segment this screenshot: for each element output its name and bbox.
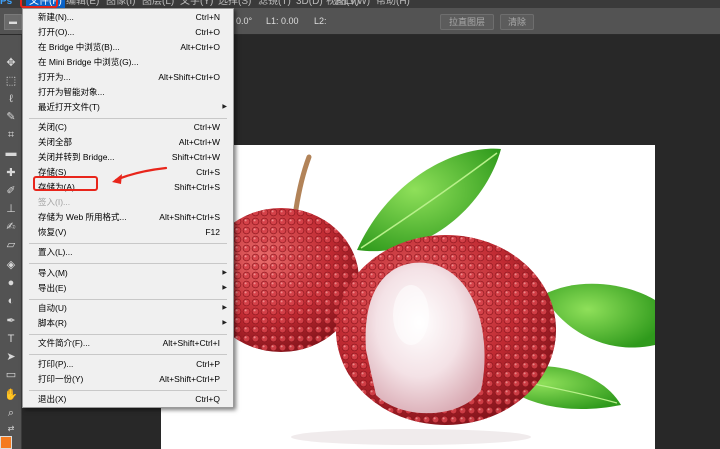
menu-separator xyxy=(29,243,227,244)
path-select-icon[interactable]: ➤ xyxy=(3,349,19,365)
lychee-image xyxy=(161,148,655,445)
menu-item-close-all[interactable]: 关闭全部 Alt+Ctrl+W xyxy=(24,135,232,150)
file-menu-highlight xyxy=(20,0,58,8)
submenu-arrow-icon: ▶ xyxy=(222,285,227,291)
menu-separator xyxy=(29,390,227,391)
submenu-arrow-icon: ▶ xyxy=(222,270,227,276)
straighten-layer-button[interactable]: 拉直图层 xyxy=(440,14,494,30)
menu-item-exit[interactable]: 退出(X) Ctrl+Q xyxy=(24,392,232,407)
shape-tool-icon[interactable]: ▭ xyxy=(3,367,19,383)
menu-item-import[interactable]: 导入(M) ▶ xyxy=(24,266,232,281)
tools-panel: ✥ ⬚ ℓ ✎ ⌗ ▬ ✚ ✐ ⊥ ✍ ▱ ◈ ● ◐ ✒ T ➤ ▭ ✋ ⌕ … xyxy=(0,35,22,449)
foreground-color-swatch[interactable] xyxy=(0,436,12,449)
menu-separator xyxy=(29,299,227,300)
ruler-tool-icon[interactable]: ▬ xyxy=(3,145,19,161)
clear-button[interactable]: 清除 xyxy=(500,14,534,30)
menu-item-file-info[interactable]: 文件简介(F)... Alt+Shift+Ctrl+I xyxy=(24,336,232,351)
document-canvas[interactable] xyxy=(161,145,655,449)
paint-bucket-icon[interactable]: ◈ xyxy=(3,257,19,273)
menu-item-open-as[interactable]: 打开为... Alt+Shift+Ctrl+O xyxy=(24,70,232,85)
menu-item-new[interactable]: 新建(N)... Ctrl+N xyxy=(24,10,232,25)
menu-edit[interactable]: 编辑(E) xyxy=(66,0,99,8)
eraser-tool-icon[interactable]: ▱ xyxy=(3,237,19,253)
save-as-highlight-box xyxy=(33,176,98,191)
menu-separator xyxy=(29,334,227,335)
move-tool-icon[interactable]: ✥ xyxy=(3,55,19,71)
history-brush-icon[interactable]: ✍ xyxy=(3,219,19,235)
healing-brush-icon[interactable]: ✚ xyxy=(3,165,19,181)
crop-tool-icon[interactable]: ⌗ xyxy=(3,127,19,143)
quick-select-tool-icon[interactable]: ✎ xyxy=(3,109,19,125)
menu-item-save-for-web[interactable]: 存储为 Web 所用格式... Alt+Shift+Ctrl+S xyxy=(24,210,232,225)
menu-separator xyxy=(29,118,227,119)
menu-item-check-in: 签入(I)... xyxy=(38,197,71,207)
red-annotation-arrow-icon xyxy=(112,166,168,184)
file-menu-dropdown: 新建(N)... Ctrl+N 打开(O)... Ctrl+O 在 Bridge 中… xyxy=(22,8,234,408)
menu-item-close[interactable]: 关闭(C) Ctrl+W xyxy=(24,120,232,135)
menu-item-open[interactable]: 打开(O)... Ctrl+O xyxy=(24,25,232,40)
menu-help[interactable]: 帮助(H) xyxy=(376,0,410,8)
photoshop-window: Ps 文件(F) 编辑(E) 图像(I) 图层(L) 文字(Y) 选择(S) 滤… xyxy=(0,0,720,449)
type-tool-icon[interactable]: T xyxy=(3,331,19,347)
l2-readout: L2: xyxy=(314,16,327,26)
menu-bar: Ps 文件(F) 编辑(E) 图像(I) 图层(L) 文字(Y) 选择(S) 滤… xyxy=(0,0,720,8)
clone-stamp-icon[interactable]: ⊥ xyxy=(3,201,19,217)
menu-item-print-one-copy[interactable]: 打印一份(Y) Alt+Shift+Ctrl+P xyxy=(24,372,232,387)
marquee-tool-icon[interactable]: ⬚ xyxy=(3,73,19,89)
submenu-arrow-icon: ▶ xyxy=(222,104,227,110)
angle-readout: 0.0° xyxy=(236,16,253,26)
menu-image[interactable]: 图像(I) xyxy=(106,0,135,8)
l1-readout: L1: 0.00 xyxy=(266,16,299,26)
ruler-tool-preset[interactable]: ▬ xyxy=(4,14,22,30)
blur-tool-icon[interactable]: ● xyxy=(3,275,19,291)
menu-select[interactable]: 选择(S) xyxy=(218,0,251,8)
menu-item-print[interactable]: 打印(P)... Ctrl+P xyxy=(24,357,232,372)
swap-colors-icon[interactable]: ⇄ xyxy=(3,421,19,437)
menu-item-browse-bridge[interactable]: 在 Bridge 中浏览(B)... Alt+Ctrl+O xyxy=(24,40,232,55)
pen-tool-icon[interactable]: ✒ xyxy=(3,313,19,329)
menu-3d[interactable]: 3D(D) xyxy=(296,0,323,8)
menu-item-open-smart-object[interactable]: 打开为智能对象... xyxy=(24,85,232,100)
menu-item-automate[interactable]: 自动(U) ▶ xyxy=(24,301,232,316)
submenu-arrow-icon: ▶ xyxy=(222,305,227,311)
brush-tool-icon[interactable]: ✐ xyxy=(3,183,19,199)
menu-item-export[interactable]: 导出(E) ▶ xyxy=(24,281,232,296)
menu-layer[interactable]: 图层(L) xyxy=(142,0,174,8)
menu-item-scripts[interactable]: 脚本(R) ▶ xyxy=(24,316,232,331)
photoshop-logo: Ps xyxy=(0,0,13,7)
lasso-tool-icon[interactable]: ℓ xyxy=(3,91,19,107)
menu-separator xyxy=(29,354,227,355)
menu-item-revert[interactable]: 恢复(V) F12 xyxy=(24,225,232,240)
menu-separator xyxy=(29,263,227,264)
menu-item-browse-mini-bridge[interactable]: 在 Mini Bridge 中浏览(G)... xyxy=(24,55,232,70)
menu-window[interactable]: 窗口(W) xyxy=(334,0,370,8)
menu-item-place[interactable]: 置入(L)... xyxy=(24,245,232,260)
menu-type[interactable]: 文字(Y) xyxy=(180,0,213,8)
menu-filter[interactable]: 滤镜(T) xyxy=(258,0,291,8)
menu-item-recent-files[interactable]: 最近打开文件(T) ▶ xyxy=(24,100,232,115)
hand-tool-icon[interactable]: ✋ xyxy=(3,387,19,403)
dodge-tool-icon[interactable]: ◐ xyxy=(3,293,19,309)
submenu-arrow-icon: ▶ xyxy=(222,320,227,326)
zoom-tool-icon[interactable]: ⌕ xyxy=(3,405,19,421)
